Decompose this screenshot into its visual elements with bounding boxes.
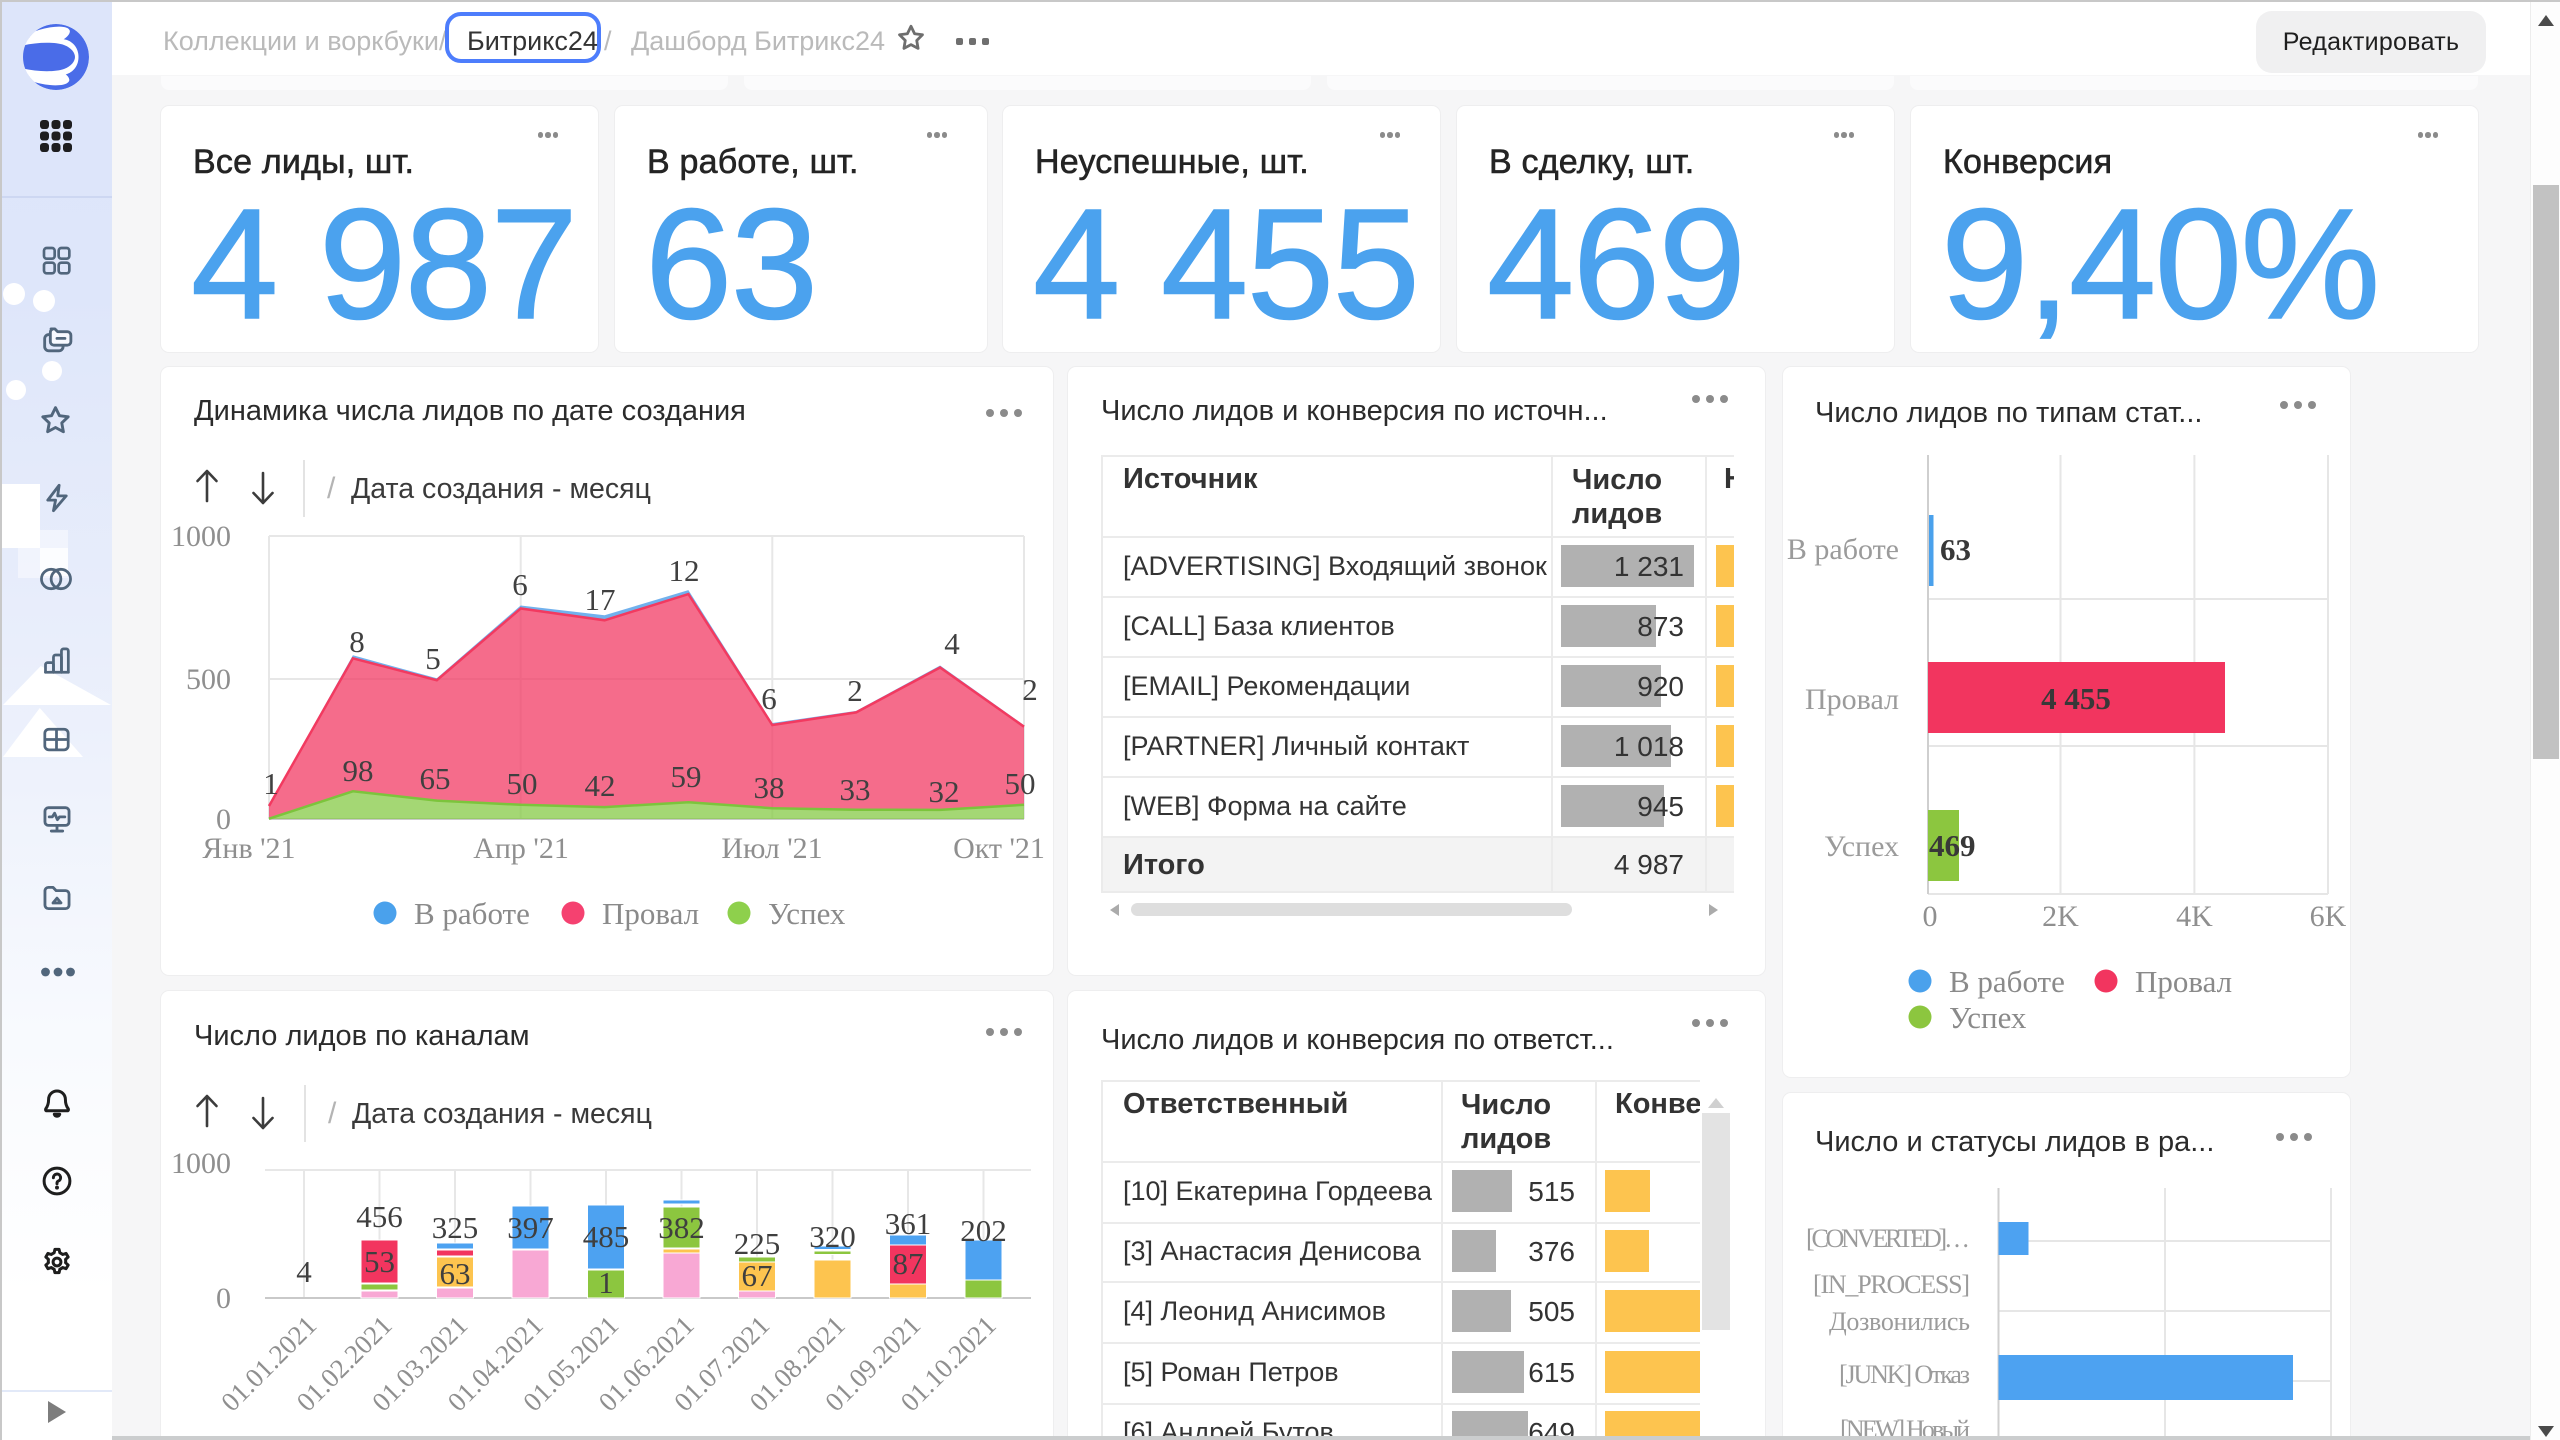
svg-text:0: 0 xyxy=(1923,900,1938,933)
svg-text:320: 320 xyxy=(809,1219,856,1254)
svg-text:0: 0 xyxy=(216,1282,231,1315)
svg-text:[NEW] Новый: [NEW] Новый xyxy=(1840,1415,1970,1436)
svg-text:Провал: Провал xyxy=(602,896,699,931)
svg-text:500: 500 xyxy=(186,663,231,696)
svg-text:225: 225 xyxy=(734,1226,781,1261)
svg-text:59: 59 xyxy=(671,759,702,794)
svg-text:Апр '21: Апр '21 xyxy=(473,832,569,865)
svg-text:4K: 4K xyxy=(2176,900,2213,933)
svg-text:6: 6 xyxy=(512,567,528,602)
svg-text:202: 202 xyxy=(960,1213,1007,1248)
svg-text:6: 6 xyxy=(761,681,777,716)
svg-text:Провал: Провал xyxy=(1805,683,1899,716)
svg-text:Успех: Успех xyxy=(1949,1000,2027,1035)
svg-text:Успех: Успех xyxy=(1824,830,1899,863)
svg-text:63: 63 xyxy=(440,1256,471,1291)
svg-text:6K: 6K xyxy=(2310,900,2347,933)
svg-text:Окт '21: Окт '21 xyxy=(953,832,1045,865)
svg-text:485: 485 xyxy=(583,1219,630,1254)
svg-text:53: 53 xyxy=(364,1244,395,1279)
svg-text:325: 325 xyxy=(432,1210,479,1245)
svg-text:32: 32 xyxy=(929,774,960,809)
svg-text:В работе: В работе xyxy=(414,896,530,931)
svg-text:382: 382 xyxy=(658,1210,705,1245)
svg-text:В работе: В работе xyxy=(1949,964,2065,999)
svg-text:17: 17 xyxy=(585,582,616,617)
svg-text:63: 63 xyxy=(1940,532,1971,567)
svg-text:4: 4 xyxy=(296,1254,312,1289)
svg-text:1: 1 xyxy=(598,1265,614,1300)
svg-text:2: 2 xyxy=(1022,672,1038,707)
svg-text:Июл '21: Июл '21 xyxy=(721,832,822,865)
svg-text:42: 42 xyxy=(585,768,616,803)
svg-text:Дата создания - месяц: Дата создания - месяц xyxy=(352,1098,652,1130)
svg-text:[JUNK] Отказ: [JUNK] Отказ xyxy=(1839,1360,1970,1389)
svg-text:50: 50 xyxy=(507,766,538,801)
svg-text:В работе: В работе xyxy=(1787,533,1899,566)
svg-text:[IN_PROCESS]: [IN_PROCESS] xyxy=(1813,1270,1970,1299)
svg-text:50: 50 xyxy=(1005,766,1036,801)
svg-text:4 455: 4 455 xyxy=(2041,681,2111,716)
svg-text:Дозвонились: Дозвонились xyxy=(1829,1307,1970,1336)
svg-text:12: 12 xyxy=(669,553,700,588)
svg-text:Провал: Провал xyxy=(2135,964,2232,999)
svg-text:98: 98 xyxy=(343,753,374,788)
svg-text:2: 2 xyxy=(847,673,863,708)
svg-text:2K: 2K xyxy=(2042,900,2079,933)
svg-text:[CONVERTED]…: [CONVERTED]… xyxy=(1806,1224,1970,1253)
svg-text:38: 38 xyxy=(754,770,785,805)
svg-text:5: 5 xyxy=(425,641,441,676)
svg-text:469: 469 xyxy=(1929,828,1976,863)
svg-text:1000: 1000 xyxy=(171,1147,231,1180)
svg-text:/: / xyxy=(328,1097,337,1130)
svg-text:33: 33 xyxy=(840,772,871,807)
svg-text:/: / xyxy=(327,472,336,505)
svg-text:Дата создания - месяц: Дата создания - месяц xyxy=(351,473,651,505)
svg-text:1: 1 xyxy=(263,766,279,801)
svg-text:4: 4 xyxy=(944,626,960,661)
svg-text:8: 8 xyxy=(349,624,365,659)
svg-text:1000: 1000 xyxy=(171,520,231,553)
svg-text:397: 397 xyxy=(507,1210,554,1245)
svg-text:87: 87 xyxy=(893,1246,924,1281)
svg-text:65: 65 xyxy=(420,761,451,796)
svg-text:456: 456 xyxy=(356,1199,403,1234)
svg-text:67: 67 xyxy=(742,1258,773,1293)
svg-text:Янв '21: Янв '21 xyxy=(202,832,295,865)
svg-text:361: 361 xyxy=(885,1206,932,1241)
svg-text:Успех: Успех xyxy=(768,896,846,931)
